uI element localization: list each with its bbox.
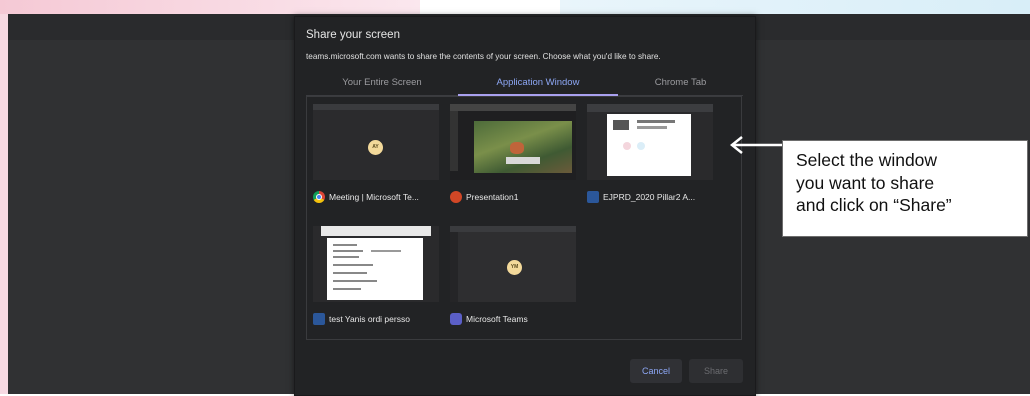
tab-entire-screen[interactable]: Your Entire Screen <box>306 77 458 88</box>
word-icon <box>587 191 599 203</box>
window-caption: Presentation1 <box>450 190 518 204</box>
test-document-preview <box>313 226 439 302</box>
share-button[interactable]: Share <box>689 359 743 383</box>
teams-icon <box>450 313 462 325</box>
dialog-subtitle: teams.microsoft.com wants to share the c… <box>306 52 661 61</box>
teams-window-preview: YM <box>450 226 576 302</box>
avatar: YM <box>507 260 522 275</box>
background-decoration-pink <box>0 0 420 14</box>
window-label: Meeting | Microsoft Te... <box>329 192 419 202</box>
callout-line: and click on “Share” <box>796 195 952 215</box>
callout-line: you want to share <box>796 172 935 193</box>
word-document-preview <box>587 104 713 180</box>
window-label: EJPRD_2020 Pillar2 A... <box>603 192 696 202</box>
window-caption: EJPRD_2020 Pillar2 A... <box>587 190 695 204</box>
background-decoration-blue <box>560 0 1030 14</box>
window-label: Presentation1 <box>466 192 519 202</box>
window-label: Microsoft Teams <box>466 314 528 324</box>
avatar: AY <box>368 140 383 155</box>
window-label: test Yanis ordi persso <box>329 314 410 324</box>
cancel-button[interactable]: Cancel <box>630 359 682 383</box>
window-caption: test Yanis ordi persso <box>313 312 410 326</box>
presentation-window-preview <box>450 104 576 180</box>
arrow-left-icon <box>729 136 786 154</box>
window-caption: Microsoft Teams <box>450 312 528 326</box>
powerpoint-icon <box>450 191 462 203</box>
instruction-callout: Select the window you want to share and … <box>782 140 1028 237</box>
dialog-title: Share your screen <box>306 29 400 41</box>
meeting-window-preview: AY <box>313 104 439 180</box>
callout-line: Select the window <box>796 150 938 170</box>
window-caption: Meeting | Microsoft Te... <box>313 190 419 204</box>
chrome-icon <box>313 191 325 203</box>
tab-application-window[interactable]: Application Window <box>458 77 618 88</box>
word-icon <box>313 313 325 325</box>
tab-chrome-tab[interactable]: Chrome Tab <box>618 77 743 88</box>
